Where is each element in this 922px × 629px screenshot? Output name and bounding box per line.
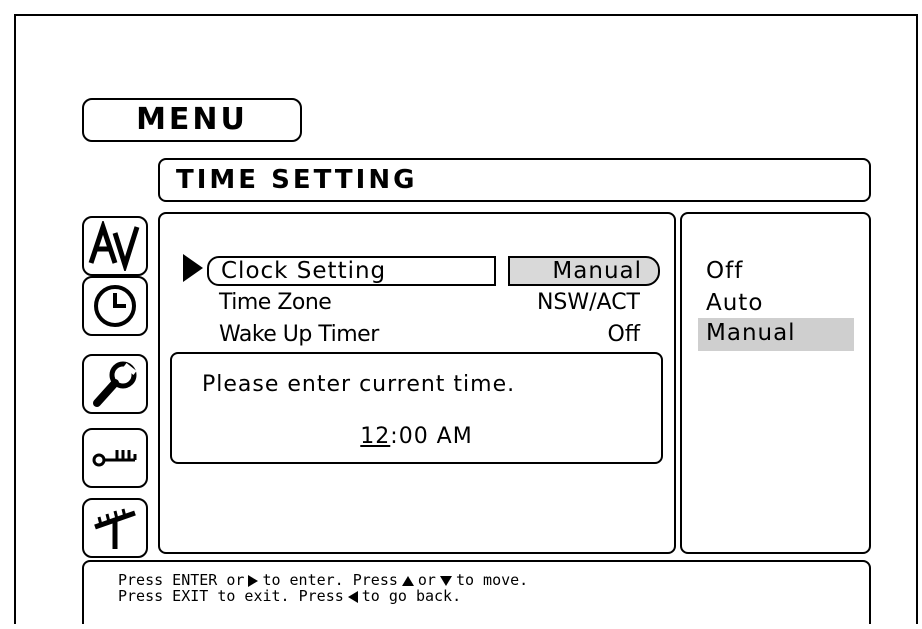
clock-setting-item[interactable]: Clock Setting bbox=[207, 256, 496, 286]
wrench-icon[interactable] bbox=[82, 354, 148, 414]
clock-icon[interactable] bbox=[82, 276, 148, 336]
wake-up-timer-value: Off bbox=[607, 322, 640, 347]
option-manual[interactable]: Manual bbox=[706, 320, 796, 346]
left-arrow-icon bbox=[347, 590, 358, 603]
time-zone-label[interactable]: Time Zone bbox=[219, 290, 332, 315]
wake-up-timer-label[interactable]: Wake Up Timer bbox=[219, 322, 379, 347]
antenna-icon[interactable] bbox=[82, 498, 148, 558]
right-arrow-icon bbox=[248, 574, 259, 587]
time-zone-value: NSW/ACT bbox=[536, 290, 640, 315]
clock-setting-value[interactable]: Manual bbox=[508, 256, 660, 286]
option-auto[interactable]: Auto bbox=[706, 290, 763, 316]
help-bar: Press ENTER or to enter. Press or to move. … bbox=[82, 560, 871, 624]
selection-arrow-icon bbox=[183, 254, 203, 282]
down-arrow-icon bbox=[439, 575, 452, 586]
hour-field[interactable]: 12 bbox=[360, 424, 390, 449]
minute-ampm-field: :00 AM bbox=[390, 424, 473, 449]
time-entry-dialog: Please enter current time. 12:00 AM bbox=[170, 352, 663, 464]
page-title: TIME SETTING bbox=[158, 158, 871, 202]
time-entry-message: Please enter current time. bbox=[202, 372, 516, 397]
help-text: Press EXIT to exit. Press bbox=[118, 587, 344, 605]
help-line-1: Press ENTER or to enter. Press or to move. bbox=[118, 572, 869, 588]
help-text: to move. bbox=[455, 571, 529, 589]
help-text: to go back. bbox=[361, 587, 462, 605]
key-icon[interactable] bbox=[82, 428, 148, 488]
av-icon[interactable] bbox=[82, 216, 148, 276]
option-off[interactable]: Off bbox=[706, 258, 743, 284]
time-entry-field[interactable]: 12:00 AM bbox=[172, 424, 661, 449]
help-line-2: Press EXIT to exit. Press to go back. bbox=[118, 588, 869, 604]
menu-button[interactable]: MENU bbox=[82, 98, 302, 142]
up-arrow-icon bbox=[401, 575, 414, 586]
